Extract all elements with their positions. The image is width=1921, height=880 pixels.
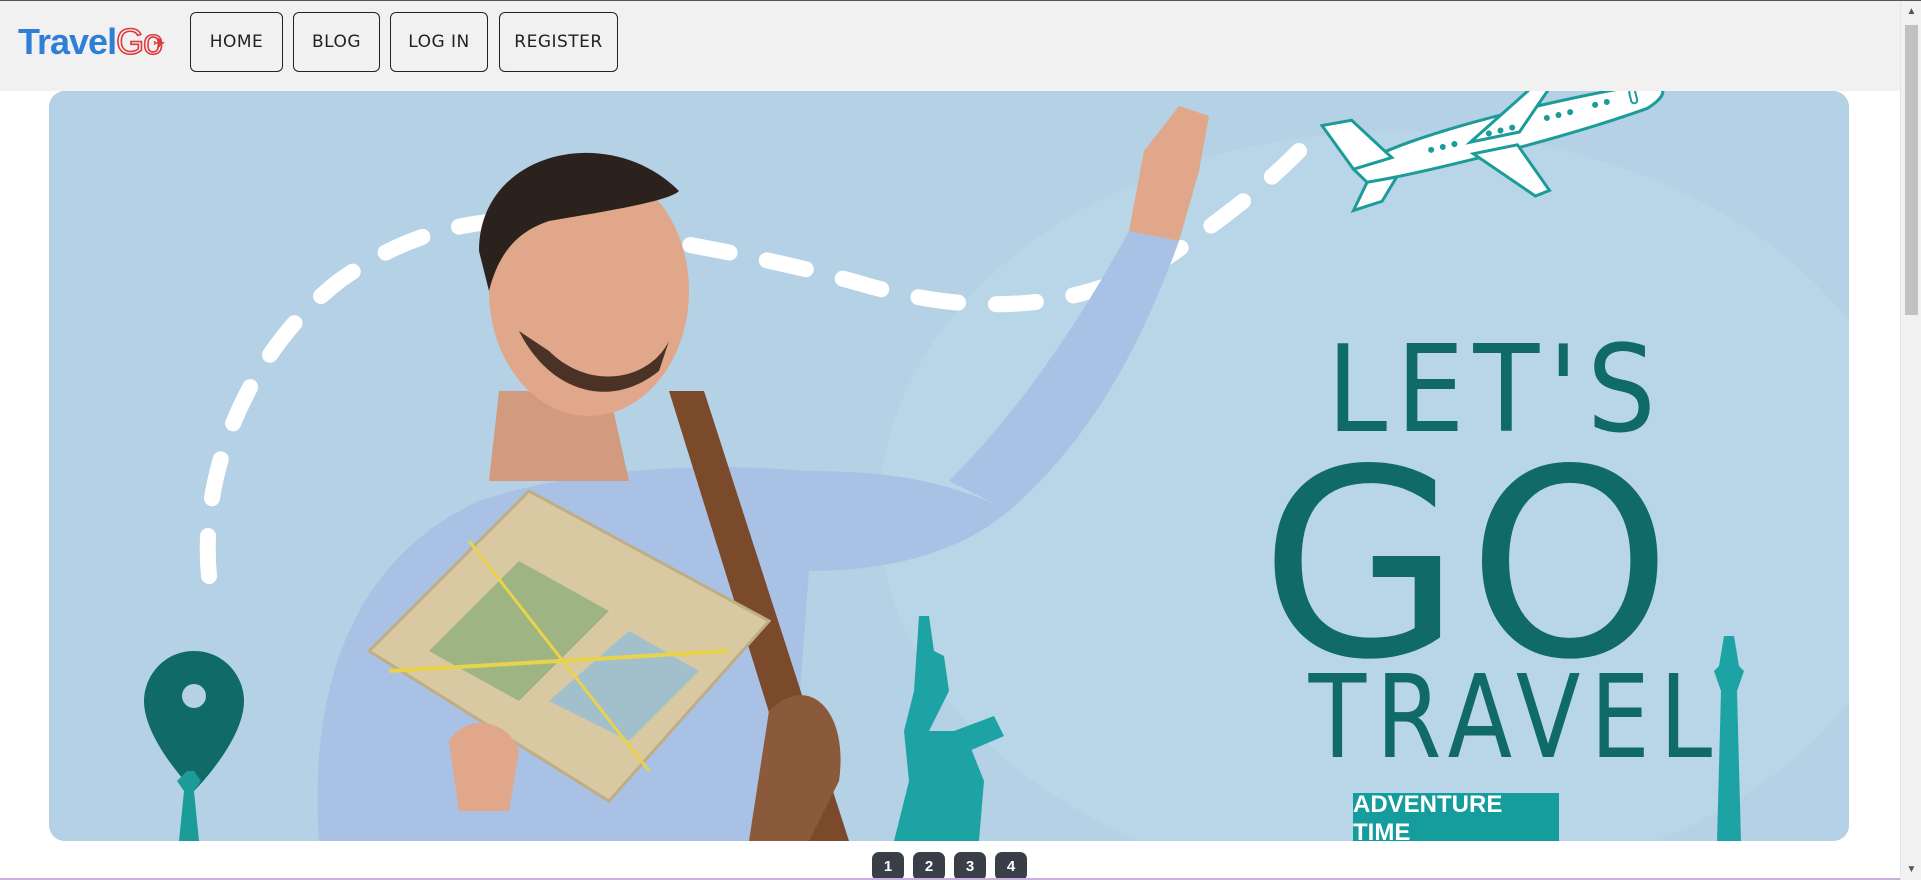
travelgo-logo[interactable]: Travel Go ✈: [18, 20, 165, 63]
carousel-page-1[interactable]: 1: [872, 852, 904, 880]
scroll-down-arrow-icon[interactable]: ▼: [1905, 863, 1918, 877]
carousel-page-4[interactable]: 4: [995, 852, 1027, 880]
carousel-pagination: 1 2 3 4: [872, 852, 1027, 880]
scroll-up-arrow-icon[interactable]: ▲: [1905, 5, 1918, 19]
hero-banner: LET'S GO TRAVEL ADVENTURE TIME: [49, 91, 1849, 841]
home-button[interactable]: HOME: [190, 12, 283, 72]
scrollbar-thumb[interactable]: [1905, 25, 1918, 315]
top-navbar: Travel Go ✈ HOME BLOG LOG IN REGISTER: [0, 1, 1900, 91]
logo-text-travel: Travel: [18, 21, 117, 62]
plane-icon: ✈: [153, 35, 165, 51]
adventure-time-badge: ADVENTURE TIME: [1353, 791, 1559, 841]
login-button[interactable]: LOG IN: [390, 12, 488, 72]
hero-title-travel: TRAVEL: [1308, 651, 1723, 785]
blog-button[interactable]: BLOG: [293, 12, 380, 72]
register-button[interactable]: REGISTER: [499, 12, 618, 72]
vertical-scrollbar[interactable]: ▲ ▼: [1900, 1, 1921, 880]
carousel-page-2[interactable]: 2: [913, 852, 945, 880]
carousel-page-3[interactable]: 3: [954, 852, 986, 880]
